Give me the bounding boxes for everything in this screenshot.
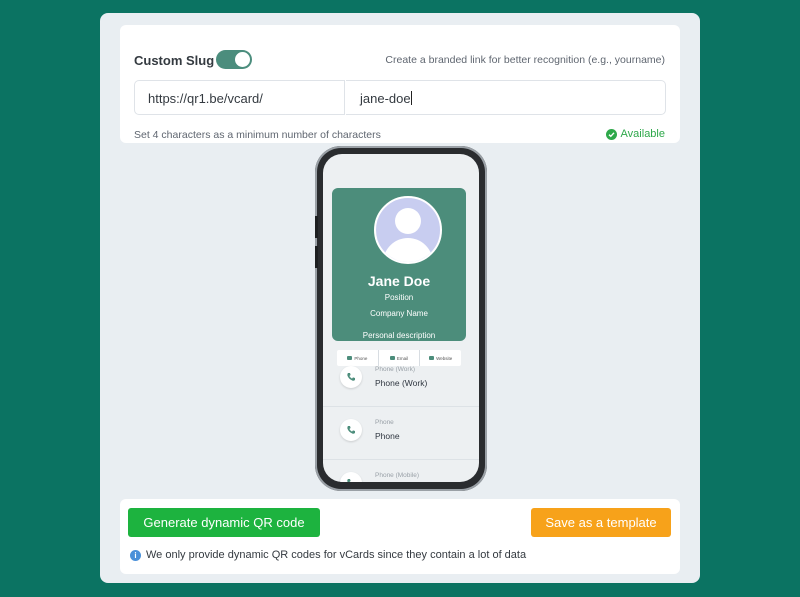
contact-type: Phone (Mobile) <box>375 472 420 479</box>
phone-icon <box>340 472 362 482</box>
phone-screen: Jane Doe Position Company Name Personal … <box>323 154 479 482</box>
min-length-hint: Set 4 characters as a minimum number of … <box>134 129 381 141</box>
slug-input[interactable]: jane-doe <box>346 80 666 115</box>
profile-company: Company Name <box>370 309 428 318</box>
info-text: We only provide dynamic QR codes for vCa… <box>146 549 527 561</box>
generate-qr-button[interactable]: Generate dynamic QR code <box>128 508 320 537</box>
availability-status: Available <box>605 128 665 140</box>
contact-row[interactable]: Phone (Mobile) <box>323 460 479 482</box>
vcard-settings-panel: Custom Slug Create a branded link for be… <box>100 13 700 583</box>
check-circle-icon <box>605 128 617 140</box>
custom-slug-card: Custom Slug Create a branded link for be… <box>120 25 680 143</box>
url-prefix: https://qr1.be/vcard/ <box>134 80 345 115</box>
contact-value: Phone <box>375 431 400 441</box>
avatar-head <box>395 208 421 234</box>
contact-type: Phone <box>375 419 394 426</box>
info-note: i We only provide dynamic QR codes for v… <box>130 549 526 561</box>
slug-input-value: jane-doe <box>360 91 411 106</box>
contact-type: Phone (Work) <box>375 366 415 373</box>
profile-name: Jane Doe <box>367 273 431 289</box>
phone-icon <box>340 419 362 441</box>
availability-label: Available <box>620 128 665 140</box>
custom-slug-title: Custom Slug <box>134 53 215 68</box>
contact-row[interactable]: Phone Phone <box>323 407 479 460</box>
contact-row[interactable]: Phone (Work) Phone (Work) <box>323 354 479 407</box>
contact-value: Phone (Work) <box>375 378 428 388</box>
profile-description: Personal description <box>362 331 436 340</box>
save-template-button[interactable]: Save as a template <box>531 508 671 537</box>
actions-card: Generate dynamic QR code Save as a templ… <box>120 499 680 574</box>
custom-slug-toggle[interactable] <box>216 50 252 69</box>
phone-side-button <box>315 216 318 238</box>
profile-card: Jane Doe Position Company Name Personal … <box>332 188 466 366</box>
profile-position: Position <box>384 293 414 302</box>
custom-slug-hint: Create a branded link for better recogni… <box>385 54 665 66</box>
avatar <box>374 196 442 264</box>
text-caret <box>410 91 412 105</box>
toggle-knob <box>235 52 250 67</box>
phone-preview: Jane Doe Position Company Name Personal … <box>315 146 487 491</box>
avatar-body <box>383 238 433 262</box>
phone-side-button <box>315 246 318 268</box>
phone-icon <box>340 366 362 388</box>
info-icon: i <box>130 549 141 561</box>
